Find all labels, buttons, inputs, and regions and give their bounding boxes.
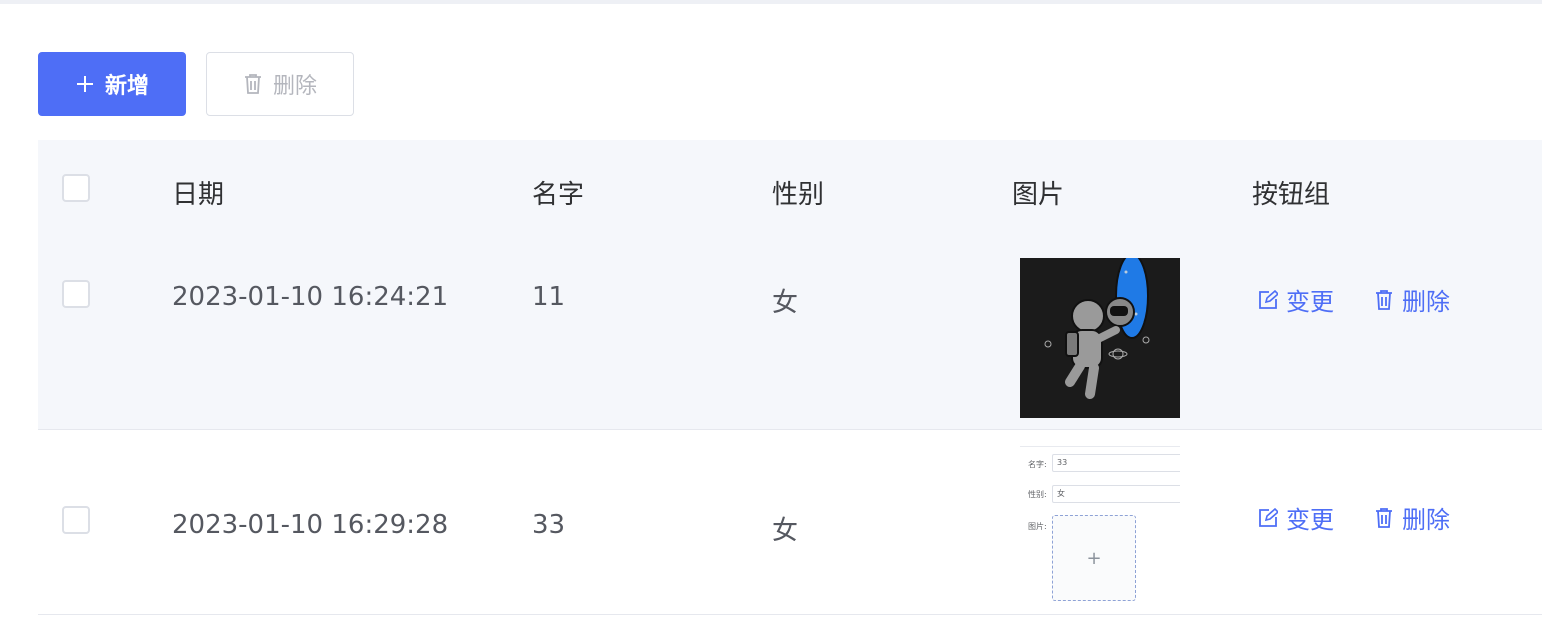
- edit-label: 变更: [1286, 506, 1334, 534]
- row-checkbox[interactable]: [62, 506, 90, 534]
- table-row: 2023-01-10 16:29:28 33 女 名字: 33 性别: 女 图片…: [38, 430, 1542, 615]
- row-edit-button[interactable]: 变更: [1258, 282, 1334, 317]
- trash-icon: [1374, 289, 1394, 311]
- row-gender: 女: [772, 288, 799, 318]
- edit-icon: [1258, 289, 1278, 310]
- thumb-gender-field: 女: [1052, 485, 1180, 503]
- plus-icon: [75, 74, 95, 94]
- plus-icon: +: [1086, 547, 1102, 569]
- thumb-name-label: 名字:: [1028, 460, 1047, 469]
- table-row: 2023-01-10 16:24:21 11 女 变更 删除: [38, 242, 1542, 430]
- thumb-image-label: 图片:: [1028, 522, 1047, 531]
- top-divider: [0, 0, 1542, 4]
- edit-icon: [1258, 507, 1278, 528]
- row-gender: 女: [772, 516, 799, 546]
- row-date: 2023-01-10 16:29:28: [172, 510, 449, 540]
- row-delete-button[interactable]: 删除: [1374, 282, 1450, 317]
- add-button-label: 新增: [104, 74, 149, 99]
- add-button[interactable]: 新增: [38, 52, 186, 116]
- row-date: 2023-01-10 16:24:21: [172, 282, 449, 312]
- trash-icon: [1374, 507, 1394, 529]
- batch-delete-label: 删除: [272, 74, 317, 99]
- row-image-thumbnail[interactable]: 名字: 33 性别: 女 图片: +: [1020, 446, 1180, 603]
- batch-delete-button[interactable]: 删除: [206, 52, 354, 116]
- column-header-actions: 按钮组: [1252, 180, 1331, 210]
- row-delete-button[interactable]: 删除: [1374, 500, 1450, 535]
- column-header-gender: 性别: [772, 180, 825, 210]
- row-edit-button[interactable]: 变更: [1258, 500, 1334, 535]
- column-header-name: 名字: [532, 180, 585, 210]
- column-header-image: 图片: [1012, 180, 1065, 210]
- trash-icon: [243, 73, 263, 95]
- thumb-upload-box: +: [1052, 515, 1136, 601]
- thumb-gender-label: 性别:: [1028, 490, 1047, 499]
- thumb-name-field: 33: [1052, 454, 1180, 472]
- table-header: 日期 名字 性别 图片 按钮组: [38, 140, 1542, 242]
- column-header-date: 日期: [172, 180, 225, 210]
- row-name: 11: [532, 282, 566, 312]
- row-name: 33: [532, 510, 566, 540]
- delete-label: 删除: [1402, 288, 1450, 316]
- select-all-checkbox[interactable]: [62, 174, 90, 202]
- row-image-thumbnail[interactable]: [1020, 258, 1180, 418]
- data-table: 日期 名字 性别 图片 按钮组 2023-01-10 16:24:21 11 女: [38, 140, 1542, 615]
- delete-label: 删除: [1402, 506, 1450, 534]
- row-checkbox[interactable]: [62, 280, 90, 308]
- edit-label: 变更: [1286, 288, 1334, 316]
